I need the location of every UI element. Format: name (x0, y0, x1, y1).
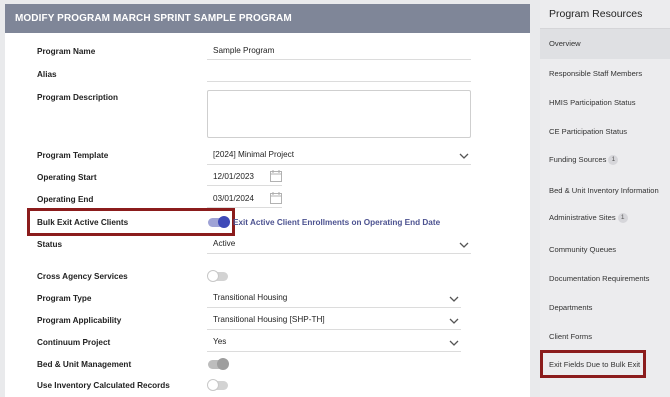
sidebar-item-administrative-sites[interactable]: Administrative Sites 1 (549, 213, 628, 223)
program-type-underline (207, 307, 461, 308)
sidebar-item-label: Administrative Sites (549, 213, 616, 222)
sidebar-item-exit-fields-bulk-exit[interactable]: Exit Fields Due to Bulk Exit (549, 360, 640, 369)
status-underline (207, 253, 471, 254)
bulk-exit-label: Bulk Exit Active Clients (37, 218, 129, 227)
sidebar-item-ce-participation-status[interactable]: CE Participation Status (549, 127, 627, 136)
chevron-down-icon[interactable] (449, 295, 459, 303)
sidebar-item-label: Community Queues (549, 245, 617, 254)
count-badge: 1 (617, 213, 628, 223)
chevron-down-icon[interactable] (459, 152, 469, 160)
program-applicability-select[interactable]: Transitional Housing [SHP-TH] (213, 315, 325, 324)
sidebar-item-documentation-requirements[interactable]: Documentation Requirements (549, 274, 649, 283)
program-template-label: Program Template (37, 151, 109, 160)
sidebar-item-label: Client Forms (549, 332, 593, 341)
toggle-knob (207, 379, 219, 391)
count-badge: 1 (608, 155, 619, 165)
continuum-project-label: Continuum Project (37, 338, 111, 347)
operating-start-input[interactable]: 12/01/2023 (213, 172, 254, 181)
sidebar-item-bed-unit-inventory[interactable]: Bed & Unit Inventory Information (549, 186, 659, 195)
page-title: MODIFY PROGRAM MARCH SPRINT SAMPLE PROGR… (5, 4, 530, 33)
sidebar-item-overview[interactable]: Overview (540, 29, 670, 59)
sidebar-item-community-queues[interactable]: Community Queues (549, 245, 616, 254)
sidebar-item-label: Responsible Staff Members (549, 69, 643, 78)
program-name-label: Program Name (37, 47, 96, 56)
calendar-icon[interactable] (270, 170, 282, 182)
program-applicability-underline (207, 329, 461, 330)
operating-end-label: Operating End (37, 195, 94, 204)
chevron-down-icon[interactable] (449, 339, 459, 347)
operating-start-underline (207, 185, 282, 186)
operating-end-input[interactable]: 03/01/2024 (213, 194, 254, 203)
sidebar-item-label: Overview (549, 39, 581, 48)
status-label: Status (37, 240, 63, 249)
bulk-exit-toggle[interactable] (208, 216, 230, 228)
sidebar-item-responsible-staff-members[interactable]: Responsible Staff Members (549, 69, 642, 78)
sidebar-item-label: CE Participation Status (549, 127, 628, 136)
sidebar-title: Program Resources (549, 8, 643, 20)
bed-unit-management-toggle[interactable] (208, 358, 229, 370)
bed-unit-management-label: Bed & Unit Management (37, 360, 132, 369)
alias-label: Alias (37, 70, 57, 79)
program-description-textarea[interactable] (207, 90, 471, 138)
sidebar-item-funding-sources[interactable]: Funding Sources 1 (549, 155, 619, 165)
program-name-underline (207, 59, 471, 60)
chevron-down-icon[interactable] (459, 241, 469, 249)
sidebar-item-client-forms[interactable]: Client Forms (549, 332, 592, 341)
toggle-knob (217, 358, 229, 370)
sidebar-item-label: Exit Fields Due to Bulk Exit (549, 360, 641, 369)
program-name-input[interactable]: Sample Program (213, 46, 274, 55)
sidebar-item-departments[interactable]: Departments (549, 303, 592, 312)
sidebar-item-label: Departments (549, 303, 593, 312)
status-select[interactable]: Active (213, 239, 235, 248)
program-applicability-label: Program Applicability (37, 316, 122, 325)
operating-start-label: Operating Start (37, 173, 97, 182)
program-resources-sidebar: Program Resources Overview Responsible S… (540, 0, 670, 397)
calendar-icon[interactable] (270, 192, 282, 204)
alias-underline (207, 81, 471, 82)
program-description-label: Program Description (37, 93, 118, 102)
program-type-select[interactable]: Transitional Housing (213, 293, 287, 302)
main-panel: MODIFY PROGRAM MARCH SPRINT SAMPLE PROGR… (5, 4, 530, 397)
cross-agency-toggle[interactable] (207, 270, 228, 282)
use-inventory-label: Use Inventory Calculated Records (37, 381, 170, 390)
bulk-exit-toggle-text[interactable]: Exit Active Client Enrollments on Operat… (233, 218, 440, 227)
program-template-select[interactable]: [2024] Minimal Project (213, 150, 294, 159)
toggle-knob (218, 216, 230, 228)
sidebar-item-label: Documentation Requirements (549, 274, 650, 283)
sidebar-item-label: Bed & Unit Inventory Information (549, 186, 659, 195)
continuum-project-underline (207, 351, 461, 352)
use-inventory-toggle[interactable] (207, 379, 228, 391)
sidebar-item-label: Funding Sources (549, 155, 607, 164)
program-type-label: Program Type (37, 294, 92, 303)
cross-agency-label: Cross Agency Services (37, 272, 128, 281)
sidebar-item-hmis-participation-status[interactable]: HMIS Participation Status (549, 98, 636, 107)
continuum-project-select[interactable]: Yes (213, 337, 226, 346)
program-template-underline (207, 164, 471, 165)
sidebar-item-label: HMIS Participation Status (549, 98, 636, 107)
toggle-knob (207, 270, 219, 282)
chevron-down-icon[interactable] (449, 317, 459, 325)
